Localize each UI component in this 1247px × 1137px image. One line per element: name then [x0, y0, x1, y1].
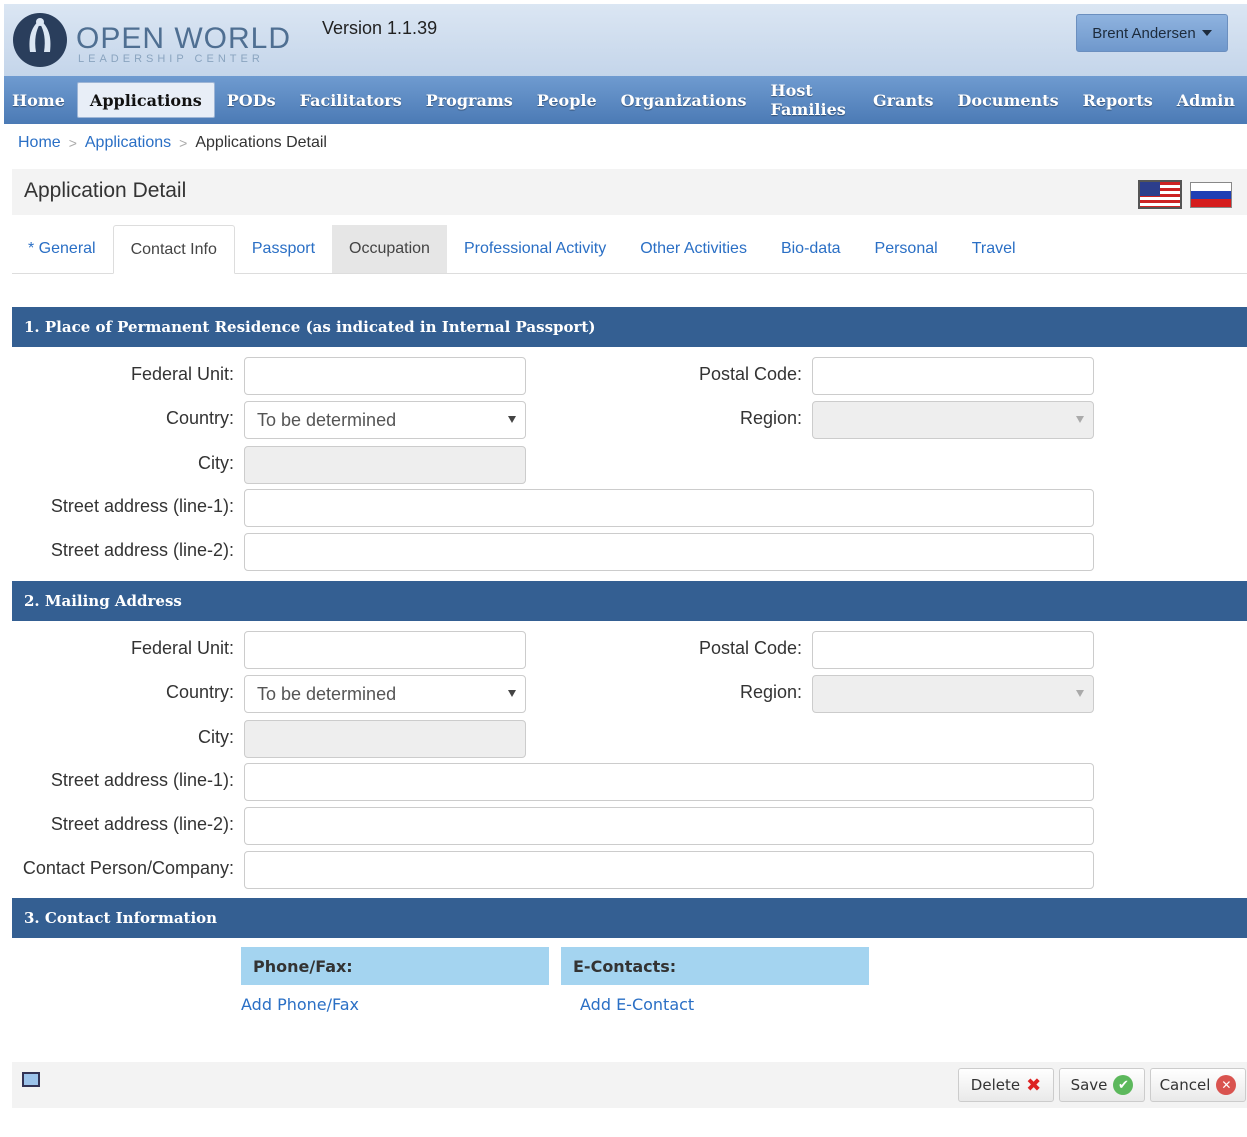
nav-applications[interactable]: Applications	[76, 82, 215, 118]
detail-tabs: * General Contact Info Passport Occupati…	[12, 225, 1247, 274]
region-label: Region:	[739, 408, 802, 428]
breadcrumb-separator: >	[68, 135, 77, 151]
monitor-icon[interactable]	[22, 1072, 40, 1087]
add-phone-fax-link[interactable]: Add Phone/Fax	[241, 995, 359, 1014]
mailing-country-select-value: To be determined	[257, 683, 397, 704]
postal-code-label: Postal Code:	[698, 364, 802, 384]
tab-travel[interactable]: Travel	[955, 225, 1033, 273]
nav-pods[interactable]: PODs	[215, 82, 288, 118]
postal-code-input[interactable]	[812, 357, 1094, 395]
phone-fax-header: Phone/Fax:	[241, 947, 549, 985]
select-arrow-icon	[1076, 690, 1084, 697]
breadcrumb-home[interactable]: Home	[18, 134, 61, 152]
cancel-button-label: Cancel	[1159, 1076, 1211, 1094]
logo-icon	[13, 13, 67, 67]
check-icon: ✔	[1113, 1075, 1134, 1095]
mailing-street-line1-label: Street address (line-1):	[50, 770, 234, 790]
select-arrow-icon	[508, 416, 516, 423]
street-line1-input[interactable]	[244, 489, 1094, 527]
nav-programs[interactable]: Programs	[414, 82, 525, 118]
tab-other-activities[interactable]: Other Activities	[623, 225, 764, 273]
nav-people[interactable]: People	[525, 82, 609, 118]
nav-documents[interactable]: Documents	[946, 82, 1071, 118]
us-flag-icon[interactable]	[1138, 180, 1182, 209]
mailing-city-label: City:	[198, 727, 234, 747]
user-menu-button[interactable]: Brent Andersen	[1076, 14, 1228, 52]
page-title: Application Detail	[24, 179, 187, 202]
add-e-contact-link[interactable]: Add E-Contact	[580, 995, 694, 1014]
mailing-street-line2-label: Street address (line-2):	[50, 814, 234, 834]
delete-button[interactable]: Delete ✖	[958, 1068, 1054, 1102]
city-input	[244, 446, 526, 484]
tab-occupation[interactable]: Occupation	[332, 225, 447, 273]
section-mailing-address-header: 2. Mailing Address	[12, 581, 1247, 621]
select-arrow-icon	[1076, 416, 1084, 423]
nav-grants[interactable]: Grants	[861, 82, 946, 118]
delete-x-icon: ✖	[1026, 1074, 1042, 1096]
tab-general[interactable]: * General	[12, 225, 113, 273]
nav-reports[interactable]: Reports	[1071, 82, 1165, 118]
mailing-country-select[interactable]: To be determined	[244, 675, 526, 713]
title-bar: Application Detail	[12, 169, 1247, 215]
federal-unit-input[interactable]	[244, 357, 526, 395]
breadcrumb-applications[interactable]: Applications	[85, 134, 171, 152]
nav-facilitators[interactable]: Facilitators	[288, 82, 414, 118]
mailing-street-line2-input[interactable]	[244, 807, 1094, 845]
contact-person-input[interactable]	[244, 851, 1094, 889]
mailing-country-label: Country:	[165, 682, 234, 702]
mailing-city-input	[244, 720, 526, 758]
street-line2-label: Street address (line-2):	[50, 540, 234, 560]
user-name: Brent Andersen	[1092, 24, 1196, 42]
city-label: City:	[198, 453, 234, 473]
mailing-street-line1-input[interactable]	[244, 763, 1094, 801]
save-button-label: Save	[1070, 1076, 1108, 1094]
app-header: OPEN WORLD LEADERSHIP CENTER Version 1.1…	[4, 4, 1247, 76]
mailing-postal-code-label: Postal Code:	[698, 638, 802, 658]
nav-host-families[interactable]: Host Families	[759, 81, 861, 119]
tab-contact-info[interactable]: Contact Info	[112, 225, 235, 274]
logo-title: OPEN WORLD	[76, 22, 292, 55]
cancel-button[interactable]: Cancel ✕	[1150, 1068, 1246, 1102]
street-line1-label: Street address (line-1):	[50, 496, 234, 516]
street-line2-input[interactable]	[244, 533, 1094, 571]
logo-subtitle: LEADERSHIP CENTER	[78, 53, 264, 65]
tab-passport[interactable]: Passport	[235, 225, 332, 273]
contact-person-label: Contact Person/Company:	[22, 858, 234, 878]
mailing-region-label: Region:	[739, 682, 802, 702]
mailing-federal-unit-label: Federal Unit:	[130, 638, 234, 658]
cancel-circle-icon: ✕	[1216, 1075, 1237, 1095]
region-select	[812, 401, 1094, 439]
country-select[interactable]: To be determined	[244, 401, 526, 439]
breadcrumb: Home > Applications > Applications Detai…	[18, 134, 327, 152]
section-permanent-residence-header: 1. Place of Permanent Residence (as indi…	[12, 307, 1247, 347]
mailing-region-select	[812, 675, 1094, 713]
nav-home[interactable]: Home	[4, 82, 77, 118]
main-nav: Home Applications PODs Facilitators Prog…	[4, 76, 1247, 124]
breadcrumb-current: Applications Detail	[195, 134, 327, 151]
nav-admin[interactable]: Admin	[1165, 82, 1247, 118]
delete-button-label: Delete	[970, 1076, 1021, 1094]
tab-bio-data[interactable]: Bio-data	[764, 225, 858, 273]
select-arrow-icon	[508, 690, 516, 697]
tab-professional-activity[interactable]: Professional Activity	[447, 225, 623, 273]
caret-down-icon	[1201, 30, 1212, 36]
country-label: Country:	[165, 408, 234, 428]
mailing-federal-unit-input[interactable]	[244, 631, 526, 669]
version-label: Version 1.1.39	[322, 18, 438, 38]
mailing-postal-code-input[interactable]	[812, 631, 1094, 669]
country-select-value: To be determined	[257, 409, 397, 430]
nav-organizations[interactable]: Organizations	[609, 82, 759, 118]
save-button[interactable]: Save ✔	[1059, 1068, 1145, 1102]
federal-unit-label: Federal Unit:	[130, 364, 234, 384]
action-footer: Delete ✖ Save ✔ Cancel ✕	[12, 1062, 1247, 1108]
section-contact-information-header: 3. Contact Information	[12, 898, 1247, 938]
tab-personal[interactable]: Personal	[858, 225, 955, 273]
e-contacts-header: E-Contacts:	[561, 947, 869, 985]
breadcrumb-separator: >	[179, 135, 188, 151]
russia-flag-icon[interactable]	[1190, 182, 1232, 208]
